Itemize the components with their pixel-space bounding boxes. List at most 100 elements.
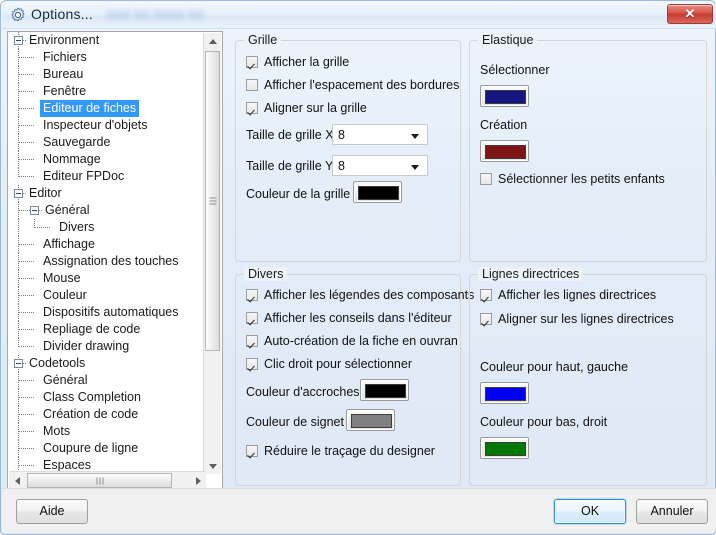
tree-connector [19,278,34,279]
tree-item[interactable]: Coupure de ligne [8,440,205,457]
tree-item[interactable]: Editor [8,185,205,202]
tree-item[interactable]: Fenêtre [8,83,205,100]
tree-expander-minus-icon[interactable] [30,206,39,215]
divers-group-title: Divers [244,267,288,281]
marker-color-label: Couleur de signet [246,415,344,429]
tree-item[interactable]: Couleur [8,287,205,304]
elastique-group: Elastique Sélectionner Création Sélectio… [469,33,707,262]
tree-item-label: Editeur de fiches [40,100,140,117]
tree-item-label: Repliage de code [43,322,141,336]
tree-connector [19,448,34,449]
tree-vertical-scrollbar[interactable] [203,33,221,474]
tree-item-label: Mouse [43,271,81,285]
tree-item[interactable]: Création de code [8,406,205,423]
tree-expander-minus-icon[interactable] [14,36,23,45]
tree-connector [19,261,34,262]
divers-group: Divers Afficher les légendes des composa… [235,267,474,486]
help-button[interactable]: Aide [16,499,88,524]
tree-connector [18,219,19,236]
scroll-left-button[interactable] [9,472,26,489]
grid-size-x-combo[interactable]: 8 [332,124,428,145]
guideline-bottom-right-color-button[interactable] [480,437,529,459]
tree-item-label: Mots [43,424,71,438]
tree-item[interactable]: Bureau [8,66,205,83]
tree-item[interactable]: Repliage de code [8,321,205,338]
checkbox-label: Afficher les lignes directrices [498,288,657,302]
tree-expander-minus-icon[interactable] [14,359,23,368]
tree-connector [19,57,34,58]
dialog-client-area: Environment Fichiers Bureau Fenêtre Editeur … [7,31,711,491]
scroll-right-button[interactable] [189,472,206,489]
grip-icon [209,197,216,205]
tree-item[interactable]: Général [8,372,205,389]
tree-item[interactable]: Editeur de fiches [8,100,205,117]
window-title: Options... [31,6,93,22]
close-button[interactable]: ✕ [667,4,713,24]
ok-button[interactable]: OK [554,499,626,524]
tree-connector [23,363,26,364]
tree-item[interactable]: Mots [8,423,205,440]
grab-color-button[interactable] [360,379,409,401]
settings-tree[interactable]: Environment Fichiers Bureau Fenêtre Editeur … [8,32,205,473]
checkbox-icon [246,358,258,370]
options-dialog-window: Options... XXX XX XXXX XX ✕ Environment F… [0,0,716,535]
tree-connector [19,346,34,347]
tree-vertical-scroll-thumb[interactable] [205,51,220,351]
color-swatch [485,387,526,401]
tree-connector [19,295,34,296]
scroll-down-button[interactable] [204,457,221,474]
grid-size-y-combo[interactable]: 8 [332,155,428,176]
grid-size-y-label: Taille de grille Y [246,159,334,173]
tree-item[interactable]: Editeur FPDoc [8,168,205,185]
checkbox-icon [246,102,258,114]
checkbox-label: Afficher les légendes des composants [264,288,475,302]
grid-size-y-value: 8 [338,159,345,173]
checkbox-label: Afficher la grille [264,55,350,69]
tree-item[interactable]: Affichage [8,236,205,253]
tree-item-label: Fenêtre [43,84,87,98]
guideline-top-left-label: Couleur pour haut, gauche [480,360,629,374]
tree-expander-minus-icon[interactable] [14,189,23,198]
tree-connector [19,74,34,75]
gear-icon [11,7,25,22]
cancel-button[interactable]: Annuler [636,499,708,524]
tree-connector [19,465,34,466]
checkbox-icon [246,79,258,91]
elastique-creation-color-button[interactable] [480,140,529,162]
tree-item[interactable]: Codetools [8,355,205,372]
checkbox-label: Réduire le traçage du designer [264,444,435,458]
tree-item[interactable]: Divider drawing [8,338,205,355]
chevron-up-icon [208,38,217,44]
tree-item[interactable]: Assignation des touches [8,253,205,270]
tree-item[interactable]: Fichiers [8,49,205,66]
chevron-down-icon [208,463,217,469]
tree-item[interactable]: Inspecteur d'objets [8,117,205,134]
guideline-top-left-color-button[interactable] [480,382,529,404]
chevron-down-icon [411,165,419,170]
tree-horizontal-scroll-thumb[interactable] [27,473,172,488]
tree-item-label: Codetools [29,356,86,370]
tree-horizontal-scrollbar[interactable] [9,471,206,489]
tree-item[interactable]: Class Completion [8,389,205,406]
grid-color-button[interactable] [353,181,402,203]
scroll-up-button[interactable] [204,33,221,50]
tree-item[interactable]: Nommage [8,151,205,168]
tree-item-label: Nommage [43,152,101,166]
tree-item[interactable]: Divers [8,219,205,236]
dialog-footer: Aide OK Annuler [2,488,716,533]
tree-item[interactable]: Général [8,202,205,219]
tree-connector [19,108,34,109]
tree-item-label: Création de code [43,407,139,421]
checkbox-auto-create-form[interactable]: Auto-création de la fiche en ouvrant l'u [246,333,458,349]
checkbox-label: Afficher les conseils dans l'éditeur [264,311,452,325]
tree-item[interactable]: Environment [8,32,205,49]
tree-connector [19,91,34,92]
grip-icon [96,477,103,484]
tree-item[interactable]: Sauvegarde [8,134,205,151]
tree-item[interactable]: Dispositifs automatiques [8,304,205,321]
tree-item[interactable]: Mouse [8,270,205,287]
elastique-select-color-button[interactable] [480,85,529,107]
color-swatch [485,442,526,456]
marker-color-button[interactable] [346,409,395,431]
elastique-group-title: Elastique [478,33,538,47]
